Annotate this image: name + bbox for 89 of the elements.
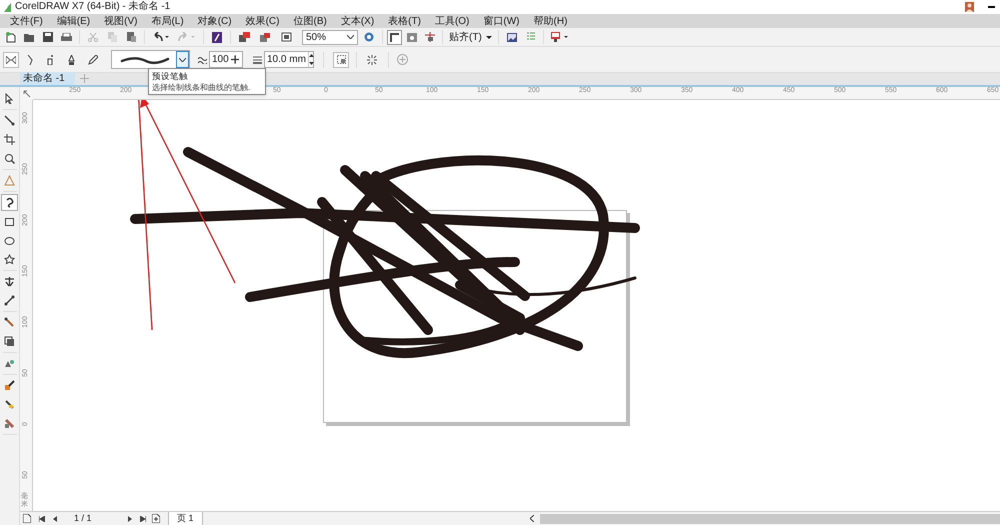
smart-fill-tool-icon bbox=[4, 418, 15, 429]
preset-stroke-dropdown[interactable] bbox=[111, 50, 190, 69]
zoom-fit-icon[interactable] bbox=[364, 32, 374, 42]
menu-item[interactable]: 对象(C) bbox=[190, 14, 239, 28]
drop-shadow-icon bbox=[4, 336, 15, 347]
rulers-toggle-button[interactable] bbox=[387, 30, 402, 44]
ellipse-tool-icon bbox=[4, 235, 15, 246]
scale-with-object-button[interactable] bbox=[333, 52, 349, 68]
stroke-width-field[interactable]: 10.0 mm bbox=[264, 51, 314, 68]
connector-button[interactable] bbox=[3, 52, 19, 68]
smoothing-field[interactable]: 100 bbox=[209, 51, 243, 68]
last-page-icon[interactable] bbox=[140, 516, 146, 522]
open-folder-icon[interactable] bbox=[24, 32, 35, 42]
connector-tool-icon bbox=[4, 317, 15, 328]
new-document-icon[interactable] bbox=[6, 32, 16, 42]
node-icon bbox=[6, 56, 16, 64]
tooltip-title: 预设笔触 bbox=[152, 70, 189, 82]
save-icon[interactable] bbox=[43, 32, 53, 42]
export-icon[interactable] bbox=[239, 32, 250, 42]
menu-item[interactable]: 表格(T) bbox=[381, 14, 428, 28]
next-page-icon[interactable] bbox=[128, 516, 132, 522]
tool-button[interactable] bbox=[1, 194, 18, 211]
menu-item[interactable]: 位图(B) bbox=[286, 14, 334, 28]
print-icon[interactable] bbox=[61, 32, 72, 42]
add-page-icon[interactable] bbox=[152, 514, 160, 523]
document-tab[interactable]: 未命名 -1 bbox=[20, 72, 75, 85]
user-avatar-icon[interactable] bbox=[965, 2, 974, 12]
horizontal-scrollbar[interactable] bbox=[540, 514, 1000, 524]
tool-button[interactable] bbox=[1, 131, 18, 148]
menu-item[interactable]: 文本(X) bbox=[334, 14, 382, 28]
menu-item[interactable]: 文件(F) bbox=[3, 14, 50, 28]
guidelines-icon[interactable] bbox=[425, 32, 435, 42]
color-eyedropper-icon bbox=[4, 380, 15, 391]
sprayer-icon[interactable] bbox=[47, 54, 54, 64]
transparency-icon bbox=[4, 358, 15, 369]
dimension-tool-icon bbox=[4, 295, 15, 306]
interactive-fill-icon bbox=[4, 399, 15, 410]
pdf-export-icon[interactable] bbox=[281, 32, 292, 42]
tooltip-text: 选择绘制线条和曲线的笔触. bbox=[152, 82, 250, 92]
shape-tool-icon bbox=[4, 115, 15, 126]
rectangle-tool-icon bbox=[4, 216, 15, 227]
snap-to-dropdown[interactable]: 贴齐(T) bbox=[447, 30, 494, 44]
up-arrow-icon bbox=[308, 54, 314, 58]
brush-icon[interactable] bbox=[27, 54, 33, 64]
menu-item[interactable]: 工具(O) bbox=[428, 14, 476, 28]
dropdown-arrow-button[interactable] bbox=[176, 51, 189, 68]
window-title: CorelDRAW X7 (64-Bit) - 未命名 -1 bbox=[15, 1, 170, 13]
paste-icon[interactable] bbox=[127, 32, 136, 42]
burst-icon[interactable] bbox=[367, 54, 377, 64]
menu-item[interactable]: 帮助(H) bbox=[526, 14, 574, 28]
menu-item[interactable]: 编辑(E) bbox=[50, 14, 98, 28]
chevron-down-icon bbox=[347, 35, 354, 39]
smart-fill-icon bbox=[4, 175, 15, 186]
zoom-value: 50% bbox=[306, 30, 326, 44]
caret-icon bbox=[486, 36, 492, 38]
menu-item[interactable]: 效果(C) bbox=[238, 14, 286, 28]
page-counter: 1 / 1 bbox=[74, 512, 93, 525]
stroke-width-icon bbox=[253, 55, 262, 64]
ruler-icon bbox=[390, 32, 399, 42]
chevron-down-icon bbox=[179, 58, 186, 62]
plus-icon[interactable] bbox=[230, 55, 239, 64]
scroll-left-icon[interactable] bbox=[530, 515, 534, 522]
polygon-tool-icon bbox=[4, 254, 15, 265]
smoothing-icon bbox=[198, 56, 207, 64]
down-arrow-icon bbox=[308, 62, 314, 65]
stroke-preview-icon bbox=[120, 54, 170, 64]
undo-icon[interactable] bbox=[152, 32, 170, 42]
import-icon[interactable] bbox=[212, 32, 222, 42]
page-tab[interactable]: 页 1 bbox=[168, 512, 203, 525]
zoom-tool-icon bbox=[4, 153, 15, 164]
zoom-level-dropdown[interactable]: 50% bbox=[302, 30, 358, 44]
menu-item[interactable]: 窗口(W) bbox=[476, 14, 527, 28]
scale-icon bbox=[336, 55, 346, 64]
artistic-media-icon bbox=[4, 197, 15, 208]
previous-page-icon[interactable] bbox=[53, 516, 57, 522]
spinner-button[interactable] bbox=[308, 52, 314, 67]
publish-icon[interactable] bbox=[260, 32, 271, 42]
launch-icon[interactable] bbox=[550, 32, 569, 42]
first-page-icon[interactable] bbox=[39, 516, 45, 522]
options-list-icon[interactable] bbox=[526, 32, 535, 42]
menu-item[interactable]: 视图(V) bbox=[97, 14, 144, 28]
menu-item[interactable]: 布局(L) bbox=[144, 14, 191, 28]
pick-tool-icon bbox=[4, 93, 15, 104]
image-icon[interactable] bbox=[506, 32, 517, 42]
pen-nib-icon[interactable] bbox=[68, 54, 75, 64]
pencil-icon[interactable] bbox=[88, 54, 98, 64]
page-options-icon[interactable] bbox=[23, 514, 31, 523]
eye-icon[interactable] bbox=[407, 32, 417, 42]
crop-tool-icon bbox=[4, 134, 15, 145]
